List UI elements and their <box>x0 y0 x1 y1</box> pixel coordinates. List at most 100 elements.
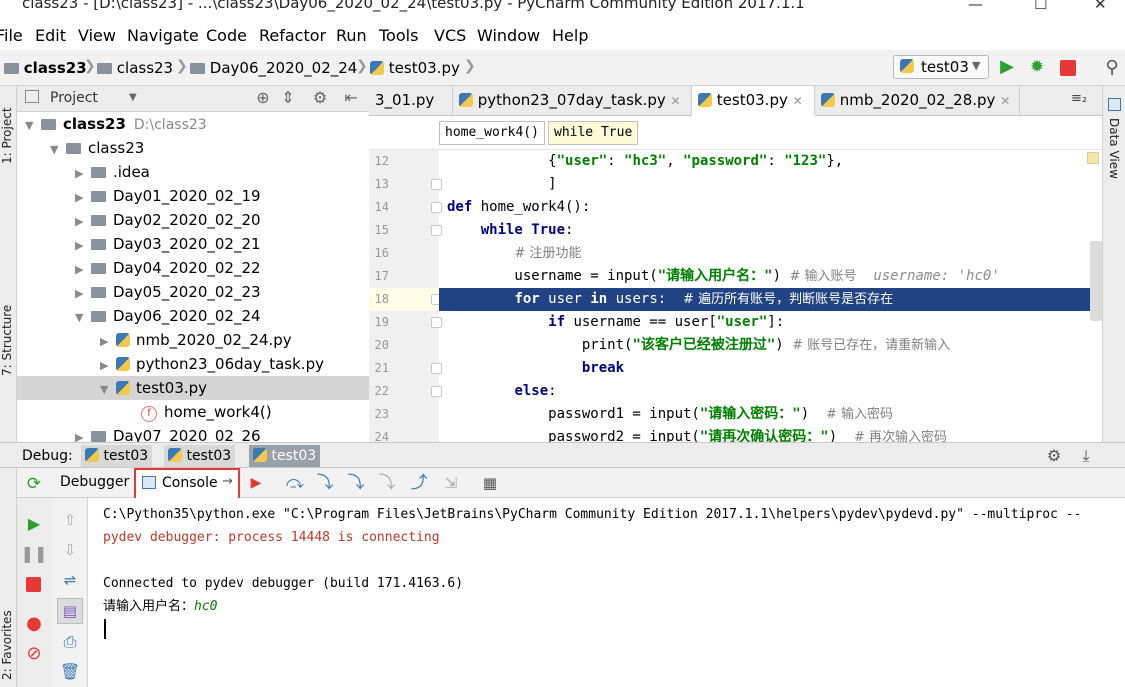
collapse-arrow-icon[interactable]: ▶ <box>75 282 91 306</box>
tab-python23-07day[interactable]: python23_07day_task.py ✕ <box>453 86 692 116</box>
menu-edit[interactable]: Edit <box>35 26 66 45</box>
console-input[interactable]: hc0 <box>194 599 217 614</box>
locate-target-icon[interactable]: ⊕ <box>254 89 272 107</box>
view-breakpoints-icon[interactable]: ● <box>24 614 44 634</box>
tree-item[interactable]: ▶ python23_06day_task.py <box>17 352 369 376</box>
breadcrumb-test03[interactable]: test03.py <box>370 59 460 77</box>
search-icon[interactable]: ⚲ <box>1101 57 1123 79</box>
project-view-select[interactable]: Project <box>50 90 98 106</box>
breadcrumb-class23[interactable]: class23 <box>97 59 173 77</box>
up-arrow-icon[interactable]: ⇧ <box>60 510 80 530</box>
menu-code[interactable]: Code <box>206 26 247 45</box>
mute-breakpoints-icon[interactable]: ⊘ <box>24 644 44 664</box>
maximize-icon[interactable]: ☐ <box>1034 0 1047 13</box>
warning-marker[interactable] <box>1087 152 1099 164</box>
print-icon[interactable]: ⎙ <box>60 632 80 652</box>
clear-all-icon[interactable]: 🗑 <box>60 662 80 682</box>
menu-file[interactable]: File <box>0 26 23 45</box>
tree-item[interactable]: ▶ Day07_2020_02_26 <box>17 424 369 442</box>
favorites-toolwindow-tab[interactable]: 2: Favorites <box>0 610 14 680</box>
expand-arrow-icon[interactable]: ▼ <box>75 306 91 330</box>
collapse-arrow-icon[interactable]: ▶ <box>75 234 91 258</box>
run-config-select[interactable]: test03 ▼ <box>893 55 989 79</box>
down-arrow-icon[interactable]: ⇩ <box>60 540 80 560</box>
tree-item[interactable]: f home_work4() <box>17 400 369 424</box>
collapse-all-icon[interactable]: ⇕ <box>279 89 297 107</box>
menu-run[interactable]: Run <box>336 26 367 45</box>
run-to-cursor-icon[interactable]: ⇲ <box>441 473 461 493</box>
evaluate-expression-icon[interactable]: ▦ <box>480 473 500 493</box>
expand-arrow-icon[interactable]: ▼ <box>100 378 116 402</box>
tree-item[interactable]: ▶ Day01_2020_02_19 <box>17 184 369 208</box>
tree-item[interactable]: ▼ test03.py <box>17 376 369 400</box>
collapse-arrow-icon[interactable]: ▶ <box>75 426 91 442</box>
debug-session-tab[interactable]: test03 <box>81 445 153 467</box>
tab-test03[interactable]: test03.py ✕ <box>692 86 815 116</box>
debug-bug-icon[interactable]: ✹ <box>1027 57 1047 77</box>
console-output[interactable]: C:\Python35\python.exe "C:\Program Files… <box>88 498 1125 687</box>
tabs-overflow-button[interactable]: ≡₂ <box>1071 91 1087 106</box>
code-editor[interactable]: home_work4() while True 12 13 14 15 16 17 18 19… <box>369 116 1102 442</box>
tree-item[interactable]: ▶ nmb_2020_02_24.py <box>17 328 369 352</box>
breadcrumb-day06[interactable]: Day06_2020_02_24 <box>190 59 357 77</box>
collapse-arrow-icon[interactable]: ▶ <box>75 210 91 234</box>
collapse-arrow-icon[interactable]: ▶ <box>75 186 91 210</box>
tree-item[interactable]: ▶ Day04_2020_02_22 <box>17 256 369 280</box>
tree-item[interactable]: ▶ Day03_2020_02_21 <box>17 232 369 256</box>
menu-navigate[interactable]: Navigate <box>127 26 199 45</box>
stop-icon[interactable] <box>26 577 41 592</box>
collapse-arrow-icon[interactable]: ▶ <box>75 258 91 282</box>
step-out-icon[interactable]: ⤴ <box>409 473 429 493</box>
step-over-icon[interactable]: ⤼ <box>285 473 305 493</box>
data-view-toolwindow-tab[interactable]: Data View <box>1107 118 1121 179</box>
tree-item[interactable]: ▼ class23 D:\class23 <box>17 112 369 136</box>
menu-view[interactable]: View <box>78 26 116 45</box>
collapse-arrow-icon[interactable]: ▶ <box>75 162 91 186</box>
breadcrumb-while-true[interactable]: while True <box>548 121 639 145</box>
console-tab[interactable]: Console → <box>134 468 240 500</box>
breadcrumb-home-work4[interactable]: home_work4() <box>439 121 545 145</box>
rerun-icon[interactable]: ⟳ <box>24 474 44 494</box>
collapse-arrow-icon[interactable]: ▶ <box>100 354 116 378</box>
gear-icon[interactable]: ⚙ <box>1044 446 1064 466</box>
debug-session-tab-active[interactable]: test03 <box>249 445 321 467</box>
tab-nmb-2020-02-28[interactable]: nmb_2020_02_28.py ✕ <box>815 86 1020 116</box>
breadcrumb-root[interactable]: class23 <box>4 59 87 77</box>
editor-scrollbar[interactable] <box>1090 241 1102 321</box>
close-tab-icon[interactable]: ✕ <box>793 94 803 108</box>
menu-help[interactable]: Help <box>552 26 588 45</box>
menu-tools[interactable]: Tools <box>379 26 418 45</box>
step-into-my-code-icon[interactable]: ⤵ <box>346 473 366 493</box>
gear-icon[interactable]: ⚙ <box>311 89 329 107</box>
tree-item[interactable]: ▶ Day02_2020_02_20 <box>17 208 369 232</box>
pause-icon[interactable]: ❚❚ <box>21 544 48 564</box>
tab-3-01[interactable]: 3_01.py <box>369 86 453 116</box>
force-step-into-icon[interactable]: ⤵ <box>377 473 397 493</box>
close-tab-icon[interactable]: ✕ <box>671 94 681 108</box>
expand-arrow-icon[interactable]: ▼ <box>25 114 41 138</box>
project-toolwindow-tab[interactable]: 1: Project <box>0 107 14 164</box>
tree-item[interactable]: ▼ Day06_2020_02_24 <box>17 304 369 328</box>
hide-panel-icon[interactable]: ⇤ <box>342 89 360 107</box>
run-icon[interactable]: ▶ <box>997 57 1017 77</box>
collapse-arrow-icon[interactable]: ▶ <box>100 330 116 354</box>
minimize-icon[interactable]: — <box>968 0 983 13</box>
menu-window[interactable]: Window <box>477 26 540 45</box>
show-execution-point-icon[interactable]: ▶ <box>246 473 266 493</box>
expand-arrow-icon[interactable]: ▼ <box>50 138 66 162</box>
soft-wrap-icon[interactable]: ⇌ <box>60 570 80 590</box>
tree-item[interactable]: ▶ Day05_2020_02_23 <box>17 280 369 304</box>
structure-toolwindow-tab[interactable]: 7: Structure <box>0 305 14 376</box>
hide-panel-icon[interactable]: ⤓ <box>1076 446 1096 466</box>
step-into-icon[interactable]: ⤵ <box>315 473 335 493</box>
close-icon[interactable]: ✕ <box>1094 0 1107 13</box>
debugger-tab[interactable]: Debugger <box>60 474 129 490</box>
close-tab-icon[interactable]: ✕ <box>1000 94 1010 108</box>
resume-icon[interactable]: ▶ <box>24 514 44 534</box>
stop-icon[interactable] <box>1060 60 1076 76</box>
menu-vcs[interactable]: VCS <box>434 26 466 45</box>
debug-session-tab[interactable]: test03 <box>164 445 236 467</box>
show-variables-icon[interactable]: ▤ <box>57 598 83 624</box>
menu-refactor[interactable]: Refactor <box>259 26 326 45</box>
tree-item[interactable]: ▶ .idea <box>17 160 369 184</box>
